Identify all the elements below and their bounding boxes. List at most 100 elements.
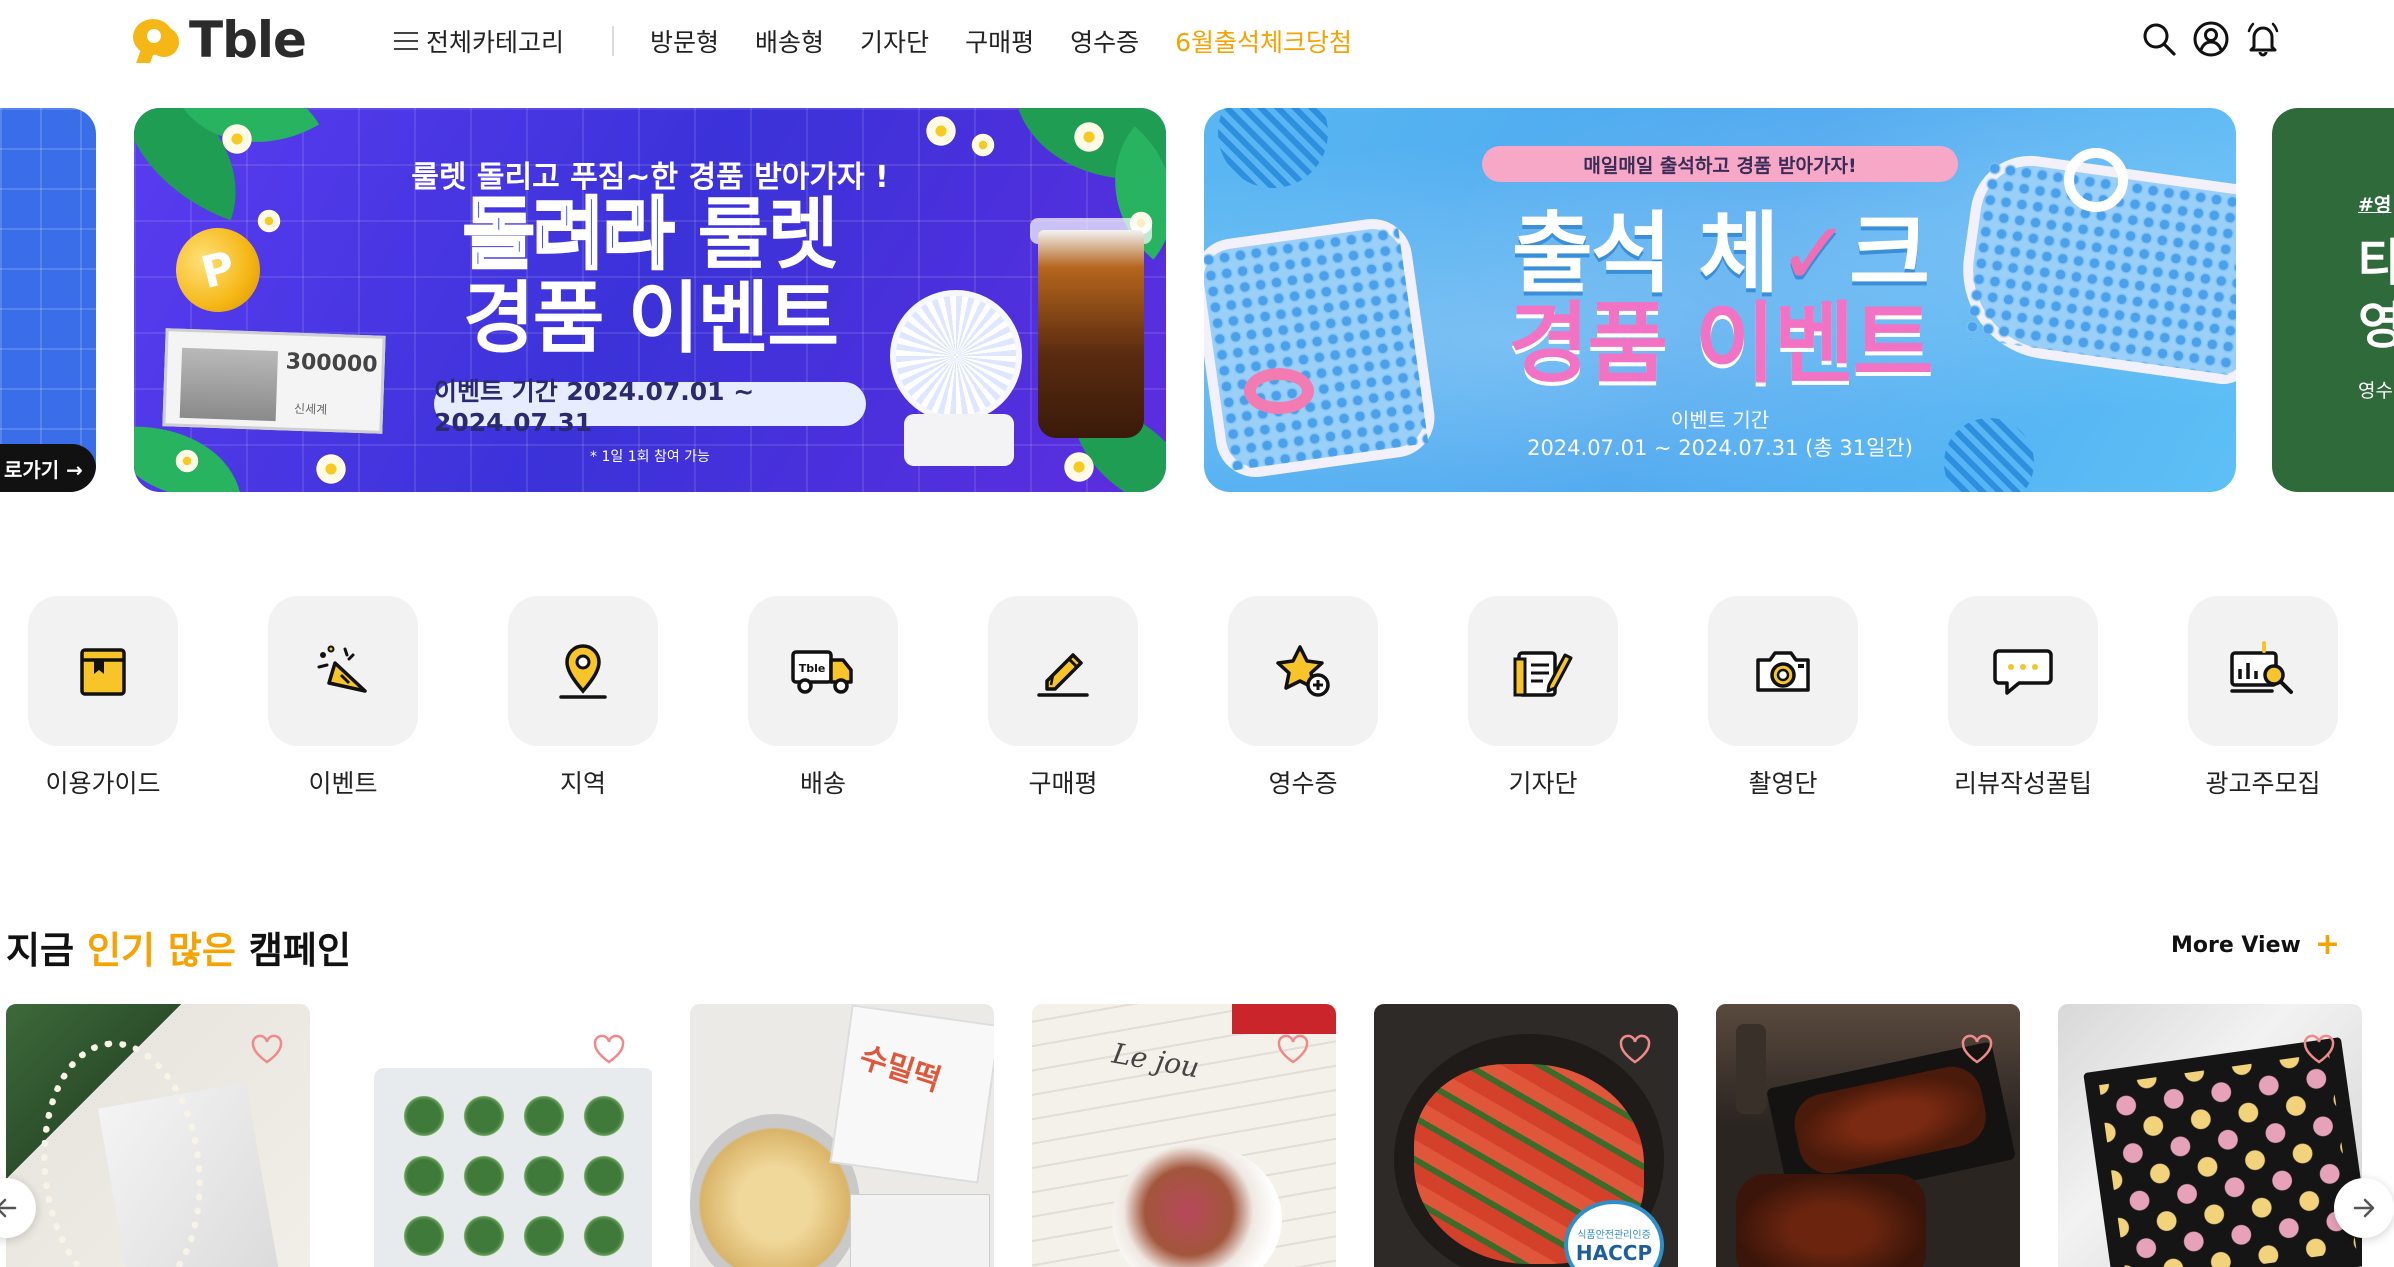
plus-icon: + [2314, 927, 2340, 962]
main-nav: 전체카테고리 방문형 배송형 기자단 구매평 영수증 6월출석체크당첨 [394, 22, 1388, 60]
rice-cake-pack: 수밀떡 [829, 1004, 994, 1184]
section-title-prefix: 지금 [6, 929, 87, 972]
nav-purchase-review[interactable]: 구매평 [965, 23, 1034, 59]
haccp-badge-text: HACCP [1575, 1240, 1653, 1265]
nav-divider [612, 26, 615, 56]
banner-prev-link[interactable]: 로가기 → [0, 444, 96, 492]
attendance-pill: 매일매일 출석하고 경품 받아가자! [1482, 146, 1958, 182]
check-mark-icon: ✓ [1777, 202, 1851, 305]
pearl-strand [28, 1032, 216, 1267]
campaign-card-pearl-necklace[interactable] [6, 1004, 310, 1267]
campaign-card-kimchi[interactable]: 식품안전관리인증 HACCP [1374, 1004, 1678, 1267]
campaign-card-bbq-ribs[interactable] [1716, 1004, 2020, 1267]
arrow-left-icon [0, 1198, 17, 1218]
quick-purchase-review[interactable]: 구매평 [943, 596, 1183, 800]
pencil-review-icon [988, 596, 1138, 746]
quick-label: 촬영단 [1748, 769, 1818, 798]
heart-icon[interactable] [1618, 1034, 1652, 1064]
heart-icon[interactable] [1960, 1034, 1994, 1064]
roulette-title-emphasis: 돌려라 [462, 190, 676, 280]
bell-icon[interactable] [2244, 20, 2282, 58]
svg-text:Tble: Tble [799, 662, 826, 675]
banner-next-partial[interactable]: #영 타 영 영수 [2272, 108, 2394, 492]
quick-guide[interactable]: 이용가이드 [0, 596, 223, 800]
banner-roulette-event[interactable]: P 300000 신세계 룰렛 돌리고 푸짐~한 경품 받아가자 ! 돌려라 룰… [134, 108, 1166, 492]
quick-delivery[interactable]: Tble 배송 [703, 596, 943, 800]
chat-bubble-icon [1948, 596, 2098, 746]
campaign-card-green-rice-cakes[interactable] [348, 1004, 652, 1267]
all-categories-button[interactable]: 전체카테고리 [394, 23, 564, 59]
voucher-brand: 신세계 [293, 401, 328, 417]
quick-reporters[interactable]: 기자단 [1423, 596, 1663, 800]
nav-visit[interactable]: 방문형 [650, 23, 719, 59]
quick-photographers[interactable]: 촬영단 [1663, 596, 1903, 800]
heart-icon[interactable] [250, 1034, 284, 1064]
tble-logo[interactable]: Tble [133, 11, 307, 69]
heart-icon[interactable] [1276, 1034, 1310, 1064]
nav-attendance-winners[interactable]: 6월출석체크당첨 [1175, 23, 1352, 59]
section-title-suffix: 캠페인 [236, 929, 352, 972]
attendance-title-a: 출석 체 [1511, 202, 1780, 305]
heart-icon[interactable] [592, 1034, 626, 1064]
campaign-card-rice-cake-gift-box[interactable] [2058, 1004, 2362, 1267]
quick-advertiser-recruit[interactable]: 광고주모집 [2143, 596, 2383, 800]
logo-speech-bubble-icon [133, 17, 181, 63]
pack-text: 수밀떡 [855, 1039, 945, 1099]
quick-review-tips[interactable]: 리뷰작성꿀팁 [1903, 596, 2143, 800]
rice-cakes-colorful [2099, 1052, 2357, 1267]
banner-carousel: 로가기 → P 300000 신세계 룰렛 돌리고 푸짐~한 경품 받아가자 !… [0, 108, 2394, 492]
ribs-second [1736, 1174, 1926, 1267]
nav-reporters[interactable]: 기자단 [860, 23, 929, 59]
next-banner-title: 타 영 [2358, 234, 2394, 355]
guide-book-icon [28, 596, 178, 746]
quick-label: 영수증 [1268, 769, 1338, 798]
quick-label: 지역 [559, 769, 606, 798]
section-title-highlight: 인기 많은 [86, 929, 237, 972]
logo-text: Tble [189, 11, 307, 69]
rice-cakes [394, 1086, 634, 1267]
quick-region[interactable]: 지역 [463, 596, 703, 800]
quick-label: 배송 [799, 769, 846, 798]
target-ring-icon [2064, 148, 2128, 212]
next-banner-sub: 영수 [2358, 380, 2393, 402]
campaign-card-tteokbokki-kit[interactable]: 수밀떡 [690, 1004, 994, 1267]
quick-event[interactable]: 이벤트 [223, 596, 463, 800]
all-categories-label: 전체카테고리 [426, 28, 565, 57]
attendance-title-line2: 경품 이벤트 [1508, 292, 1933, 395]
carousel-next-button[interactable] [2334, 1178, 2394, 1238]
delivery-truck-icon: Tble [748, 596, 898, 746]
quick-label: 구매평 [1028, 769, 1098, 798]
banner-prev-partial[interactable]: 로가기 → [0, 108, 96, 492]
roulette-title: 돌려라 룰렛 [134, 195, 1166, 276]
desk-fan-image [890, 290, 1022, 422]
quick-label: 기자단 [1508, 769, 1578, 798]
quick-label: 이용가이드 [45, 769, 161, 798]
party-popper-icon [268, 596, 418, 746]
quick-label: 이벤트 [308, 769, 378, 798]
ribs [1788, 1061, 1992, 1179]
attendance-dates: 2024.07.01 ~ 2024.07.31 (총 31일간) [1527, 436, 1913, 460]
campaign-card-dessert-bowl[interactable]: Le jou [1032, 1004, 1336, 1267]
haccp-badge-top: 식품안전관리인증 [1577, 1229, 1651, 1241]
arrow-right-icon [2353, 1198, 2375, 1218]
nav-delivery[interactable]: 배송형 [755, 23, 824, 59]
roulette-title-rest: 룰렛 [672, 190, 839, 280]
hamburger-menu-icon [394, 32, 418, 50]
quick-menu: 이용가이드 이벤트 지역 Tble 배송 구매평 영수증 기자단 촬영단 리뷰작… [0, 596, 2394, 798]
nav-receipt[interactable]: 영수증 [1070, 23, 1139, 59]
top-header: Tble 전체카테고리 방문형 배송형 기자단 구매평 영수증 6월출석체크당첨 [0, 0, 2394, 82]
next-banner-tag: #영 [2358, 194, 2392, 216]
more-view-link[interactable]: More View + [2171, 930, 2340, 960]
heart-icon[interactable] [2302, 1034, 2336, 1064]
star-plus-icon [1228, 596, 1378, 746]
quick-label: 광고주모집 [2205, 769, 2321, 798]
sauce-packet [850, 1194, 990, 1267]
quick-label: 리뷰작성꿀팁 [1953, 769, 2092, 798]
quick-receipt[interactable]: 영수증 [1183, 596, 1423, 800]
user-icon[interactable] [2192, 20, 2230, 58]
search-icon[interactable] [2140, 20, 2178, 58]
banner-attendance-event[interactable]: 매일매일 출석하고 경품 받아가자! 출석 체✓크 경품 이벤트 이벤트 기간 … [1204, 108, 2236, 492]
header-icons [2140, 20, 2282, 58]
notepad-pen-icon [1468, 596, 1618, 746]
drink-can [1232, 1004, 1336, 1034]
